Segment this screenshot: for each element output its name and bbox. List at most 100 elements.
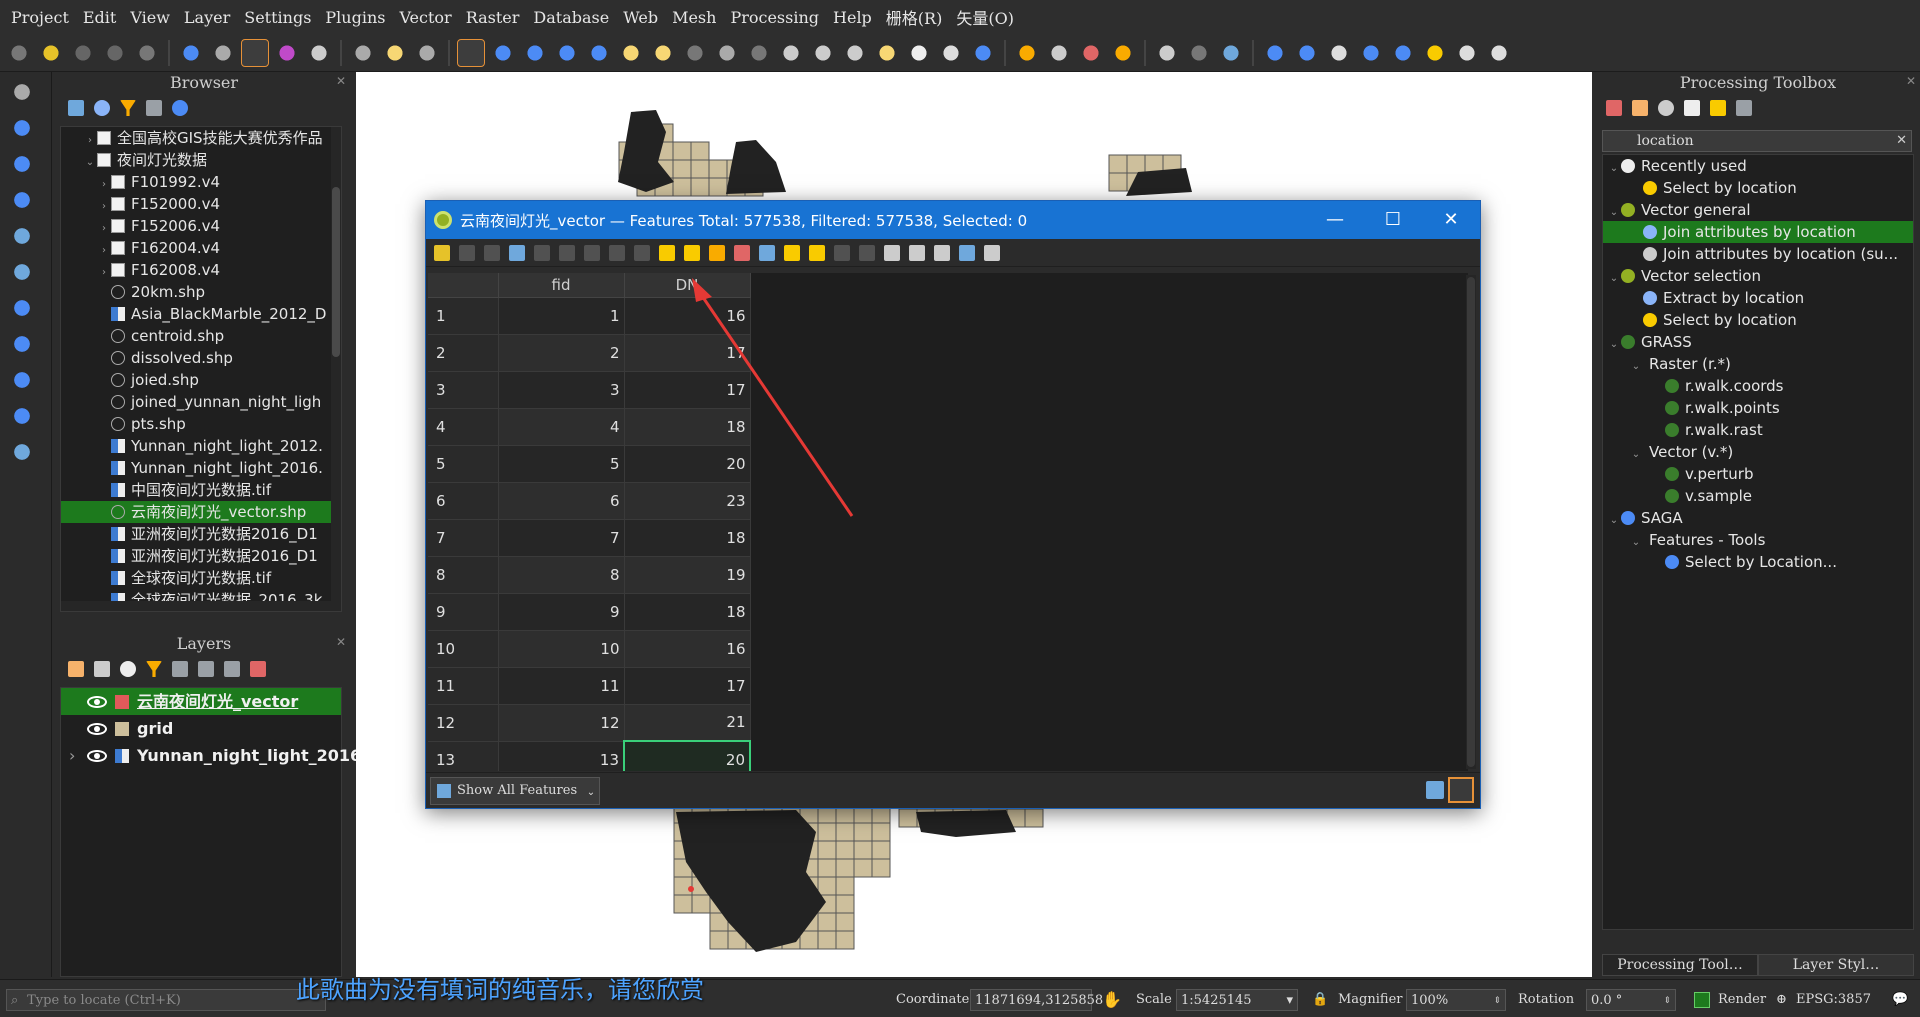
- table-row[interactable]: 10 10 16: [428, 630, 751, 668]
- fid-cell[interactable]: 13: [498, 741, 625, 771]
- select-rectangle-icon[interactable]: [1358, 39, 1384, 66]
- menu-item[interactable]: Processing: [723, 8, 826, 27]
- select-expression-icon[interactable]: [659, 244, 675, 261]
- digitize-icon[interactable]: [6, 39, 32, 66]
- row-number[interactable]: 7: [428, 519, 499, 557]
- select-tool-icon[interactable]: [1326, 39, 1352, 66]
- browser-item[interactable]: › 全国高校GIS技能大赛优秀作品: [61, 127, 341, 149]
- filter-select-icon[interactable]: [759, 244, 775, 261]
- processing-item[interactable]: v.sample: [1603, 485, 1913, 507]
- geometry-checker-icon[interactable]: [1262, 39, 1288, 66]
- dn-cell[interactable]: 17: [624, 667, 751, 705]
- menu-item[interactable]: Settings: [237, 8, 318, 27]
- filter-legend-icon[interactable]: [146, 661, 162, 677]
- locate-search-input[interactable]: ⌕ Type to locate (Ctrl+K): [6, 989, 326, 1011]
- processing-item[interactable]: ⌄ Vector selection: [1603, 265, 1913, 287]
- dn-cell[interactable]: 16: [624, 297, 751, 335]
- zoom-selection-icon[interactable]: [618, 39, 644, 66]
- new-bookmark-icon[interactable]: [778, 39, 804, 66]
- browser-item[interactable]: › F152000.v4: [61, 193, 341, 215]
- dn-cell[interactable]: 18: [624, 593, 751, 631]
- browser-hscrollbar[interactable]: [61, 601, 333, 611]
- reload-icon[interactable]: [509, 244, 525, 261]
- fid-cell[interactable]: 6: [498, 482, 625, 520]
- add-wms-icon[interactable]: [10, 332, 34, 356]
- visibility-icon[interactable]: [120, 661, 136, 677]
- save-edits-icon[interactable]: [70, 39, 96, 66]
- table-row[interactable]: 1 1 16: [428, 297, 751, 335]
- show-all-features-button[interactable]: Show All Features ⌄: [430, 777, 601, 805]
- pan-to-selection-icon[interactable]: [490, 39, 516, 66]
- menu-item[interactable]: Layer: [177, 8, 237, 27]
- menu-item[interactable]: Web: [616, 8, 665, 27]
- zoom-last-icon[interactable]: [714, 39, 740, 66]
- render-checkbox[interactable]: [1694, 992, 1710, 1008]
- add-group-icon[interactable]: [94, 661, 110, 677]
- processing-item[interactable]: r.walk.coords: [1603, 375, 1913, 397]
- column-header-dn[interactable]: DN: [624, 273, 751, 298]
- dn-cell[interactable]: 18: [624, 408, 751, 446]
- coordinate-field[interactable]: 11871694,3125858: [970, 989, 1103, 1011]
- filter-expression-icon[interactable]: [172, 661, 188, 677]
- panel-close-icon[interactable]: ✕: [1906, 74, 1916, 88]
- row-number[interactable]: 1: [428, 297, 499, 335]
- annotation-icon[interactable]: [382, 39, 408, 66]
- panel-close-icon[interactable]: ✕: [336, 74, 346, 88]
- add-vector-layer-icon[interactable]: [10, 116, 34, 140]
- table-row[interactable]: 4 4 18: [428, 408, 751, 446]
- processing-item[interactable]: Select by location: [1603, 177, 1913, 199]
- processing-gear-icon[interactable]: [241, 38, 269, 67]
- toggle-editing-icon[interactable]: [434, 244, 450, 261]
- actions-icon[interactable]: [959, 244, 975, 261]
- table-row[interactable]: 2 2 17: [428, 334, 751, 372]
- scale-field[interactable]: 1:5425145 ▾: [1176, 989, 1298, 1011]
- paste-icon[interactable]: [634, 244, 650, 261]
- processing-item[interactable]: ⌄ Recently used: [1603, 155, 1913, 177]
- menu-item[interactable]: Database: [526, 8, 616, 27]
- corner-header[interactable]: [428, 273, 499, 298]
- attribute-table-titlebar[interactable]: 云南夜间灯光_vector — Features Total: 577538, …: [426, 201, 1480, 239]
- browser-item[interactable]: 20km.shp: [61, 281, 341, 303]
- fid-cell[interactable]: 10: [498, 630, 625, 668]
- processing-item[interactable]: Extract by location: [1603, 287, 1913, 309]
- processing-tree[interactable]: ⌄ Recently used Select by location ⌄ Vector …: [1602, 154, 1914, 930]
- fid-cell[interactable]: 4: [498, 408, 625, 446]
- processing-item[interactable]: ⌄ Raster (r.*): [1603, 353, 1913, 375]
- fid-cell[interactable]: 1: [498, 297, 625, 335]
- scripts-icon[interactable]: [1632, 100, 1648, 116]
- browser-item[interactable]: Yunnan_night_light_2012.: [61, 435, 341, 457]
- database-icon[interactable]: [1218, 39, 1244, 66]
- minimize-button[interactable]: —: [1306, 201, 1364, 239]
- browser-item[interactable]: › F101992.v4: [61, 171, 341, 193]
- plugin-icon[interactable]: [1186, 39, 1212, 66]
- browser-item[interactable]: pts.shp: [61, 413, 341, 435]
- zoom-out-icon[interactable]: [554, 39, 580, 66]
- row-number[interactable]: 12: [428, 704, 499, 742]
- delete-feature-icon[interactable]: [559, 244, 575, 261]
- expand-all-icon[interactable]: [198, 661, 214, 677]
- dn-cell[interactable]: 23: [624, 482, 751, 520]
- magnifier-field[interactable]: 100% ⇕: [1406, 989, 1506, 1011]
- add-wcs-icon[interactable]: [10, 404, 34, 428]
- settings-icon[interactable]: [414, 39, 440, 66]
- info-icon[interactable]: [172, 100, 188, 116]
- table-view-icon[interactable]: [1448, 777, 1474, 803]
- menu-item[interactable]: Raster: [459, 8, 527, 27]
- python-console-icon[interactable]: [1154, 39, 1180, 66]
- collapse-all-icon[interactable]: [146, 100, 162, 116]
- row-number[interactable]: 13: [428, 741, 499, 771]
- browser-item[interactable]: ⌄ 夜间灯光数据: [61, 149, 341, 171]
- attribute-table-grid[interactable]: fid DN 1 1 16 2 2 17 3 3 17 4 4 18 5 5 20 6 6 23 7 7 18 8 8 19 9…: [428, 273, 1468, 771]
- menu-item[interactable]: Help: [826, 8, 879, 27]
- refresh-icon[interactable]: [94, 100, 110, 116]
- attribute-table-icon[interactable]: [210, 39, 236, 66]
- close-button[interactable]: ✕: [1422, 201, 1480, 239]
- row-number[interactable]: 11: [428, 667, 499, 705]
- column-header-fid[interactable]: fid: [498, 273, 625, 298]
- extents-toggle-icon[interactable]: ✋: [1102, 989, 1122, 1011]
- table-row[interactable]: 12 12 21: [428, 704, 751, 742]
- attribute-table-scrollbar[interactable]: [1466, 275, 1476, 769]
- open-data-source-manager-icon[interactable]: [10, 80, 34, 104]
- text-icon[interactable]: [1454, 39, 1480, 66]
- field-calculator-icon[interactable]: [909, 244, 925, 261]
